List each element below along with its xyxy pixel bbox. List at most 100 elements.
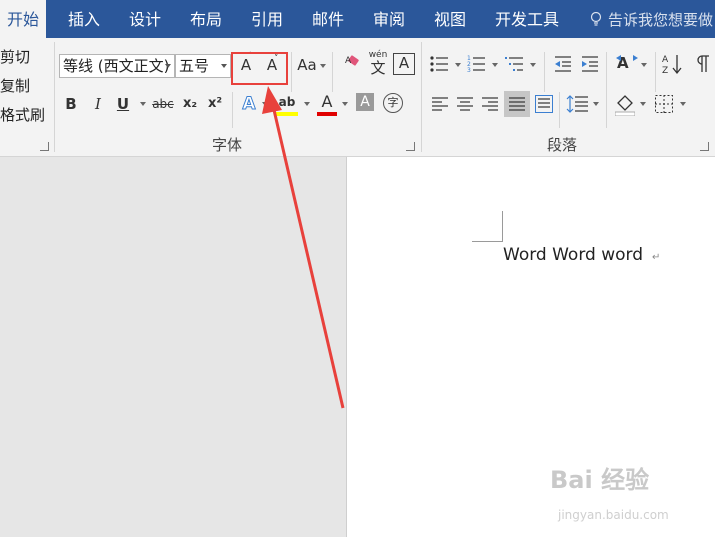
font-name-value: 等线 (西文正文) — [63, 57, 170, 75]
tab-references[interactable]: 引用 — [243, 0, 291, 38]
tell-me-text: 告诉我您想要做 — [608, 11, 714, 29]
chevron-down-icon — [140, 102, 146, 106]
font-color-button[interactable]: A — [317, 90, 337, 116]
svg-text:A: A — [345, 56, 352, 66]
tab-view[interactable]: 视图 — [426, 0, 474, 38]
align-left-icon[interactable] — [432, 96, 448, 112]
document-text[interactable]: Word Word word — [503, 245, 643, 265]
chevron-down-icon — [320, 64, 326, 68]
numbering-icon[interactable]: 123 — [467, 54, 487, 74]
tab-mailings[interactable]: 邮件 — [304, 0, 352, 38]
chevron-down-icon — [262, 102, 268, 106]
superscript-button[interactable]: x² — [205, 92, 225, 116]
align-right-icon[interactable] — [482, 96, 498, 112]
change-case-button[interactable]: Aa — [296, 53, 318, 77]
paint-bucket-icon[interactable] — [615, 94, 635, 116]
group-divider — [54, 42, 55, 152]
font-color-label: A — [321, 92, 333, 111]
group-divider — [606, 92, 607, 128]
align-center-icon[interactable] — [457, 96, 473, 112]
watermark-url: jingyan.baidu.com — [558, 508, 669, 522]
chevron-down-icon — [455, 63, 461, 67]
group-divider — [291, 52, 292, 92]
chevron-down-icon — [304, 102, 310, 106]
tab-developer[interactable]: 开发工具 — [487, 0, 567, 38]
svg-text:Z: Z — [662, 66, 668, 75]
character-shading-button[interactable]: A — [356, 93, 374, 111]
chevron-down-icon — [530, 63, 536, 67]
increase-indent-icon[interactable] — [580, 54, 600, 74]
change-case-icon: Aa — [297, 56, 317, 74]
watermark: Bai 经验 jingyan.baidu.com — [546, 460, 686, 530]
lightbulb-icon — [590, 12, 602, 26]
chevron-down-icon — [342, 102, 348, 106]
character-border-icon: A — [398, 54, 410, 72]
chevron-down-icon — [680, 102, 686, 106]
chevron-down-icon — [221, 64, 227, 68]
chevron-down-icon — [640, 102, 646, 106]
font-color-bar — [317, 112, 337, 116]
paragraph-mark: ↵ — [652, 252, 661, 263]
ribbon-tab-bar: 开始 插入 设计 布局 引用 邮件 审阅 视图 开发工具 告诉我您想要做 — [0, 0, 715, 38]
font-launcher-icon[interactable] — [406, 142, 415, 151]
group-divider — [332, 52, 333, 92]
bold-button[interactable]: B — [63, 92, 79, 116]
enclose-characters-button[interactable]: 字 — [383, 93, 403, 113]
clear-formatting-button[interactable]: A — [343, 53, 363, 77]
font-size-value: 五号 — [179, 57, 210, 75]
chevron-down-icon — [641, 63, 647, 67]
highlight-color-bar — [276, 112, 298, 116]
svg-text:3: 3 — [467, 67, 471, 74]
copy-button[interactable]: 复制 — [0, 75, 30, 96]
cut-button[interactable]: 剪切 — [0, 46, 30, 67]
group-divider — [421, 42, 422, 152]
group-divider — [559, 92, 560, 128]
distributed-icon[interactable] — [535, 95, 553, 113]
chevron-down-icon — [492, 63, 498, 67]
sort-icon[interactable]: AZ — [662, 53, 684, 75]
underline-button[interactable]: U — [115, 92, 131, 116]
clipboard-launcher-icon[interactable] — [40, 142, 49, 151]
strikethrough-button[interactable]: abc — [150, 92, 176, 116]
justify-icon — [509, 97, 525, 111]
tab-design[interactable]: 设计 — [121, 0, 169, 38]
character-border-button[interactable]: A — [393, 53, 415, 75]
subscript-button[interactable]: x₂ — [180, 92, 200, 116]
bullets-icon[interactable] — [430, 54, 450, 74]
paragraph-group-label: 段落 — [547, 136, 578, 154]
margin-corner-mark — [472, 211, 503, 242]
tab-insert[interactable]: 插入 — [60, 0, 108, 38]
phonetic-guide-char: 文 — [370, 59, 386, 77]
multilevel-list-icon[interactable] — [505, 54, 525, 74]
italic-button[interactable]: I — [90, 92, 106, 116]
font-name-combo[interactable]: 等线 (西文正文) — [59, 54, 175, 78]
ribbon: 剪切 复制 格式刷 等线 (西文正文) 五号 A ˄ A ˅ Aa A wén 文 … — [0, 38, 715, 157]
format-painter-button[interactable]: 格式刷 — [0, 104, 45, 125]
tab-home[interactable]: 开始 — [0, 0, 46, 38]
phonetic-guide-button[interactable]: wén 文 — [368, 50, 388, 77]
paragraph-launcher-icon[interactable] — [700, 142, 709, 151]
asian-layout-icon[interactable]: A — [615, 53, 639, 75]
justify-button[interactable] — [504, 91, 530, 117]
group-divider — [606, 52, 607, 92]
line-spacing-icon[interactable] — [566, 95, 588, 113]
borders-icon[interactable] — [655, 95, 673, 113]
font-size-combo[interactable]: 五号 — [175, 54, 231, 78]
tab-review[interactable]: 审阅 — [365, 0, 413, 38]
chevron-down-icon — [165, 64, 171, 68]
text-effects-button[interactable]: A — [240, 92, 258, 116]
svg-text:A: A — [662, 55, 669, 65]
show-hide-marks-icon[interactable] — [696, 55, 715, 73]
group-divider — [232, 92, 233, 128]
tab-layout[interactable]: 布局 — [182, 0, 230, 38]
highlight-label: ab — [278, 95, 296, 109]
decrease-indent-icon[interactable] — [553, 54, 573, 74]
chevron-down-icon — [593, 102, 599, 106]
annotation-highlight-box — [231, 52, 288, 85]
group-divider — [655, 52, 656, 92]
eraser-icon: A — [345, 55, 359, 66]
highlight-button[interactable]: ab — [276, 90, 298, 116]
group-divider — [544, 52, 545, 92]
font-group-label: 字体 — [212, 136, 243, 154]
watermark-logo: Bai 经验 — [550, 466, 650, 494]
